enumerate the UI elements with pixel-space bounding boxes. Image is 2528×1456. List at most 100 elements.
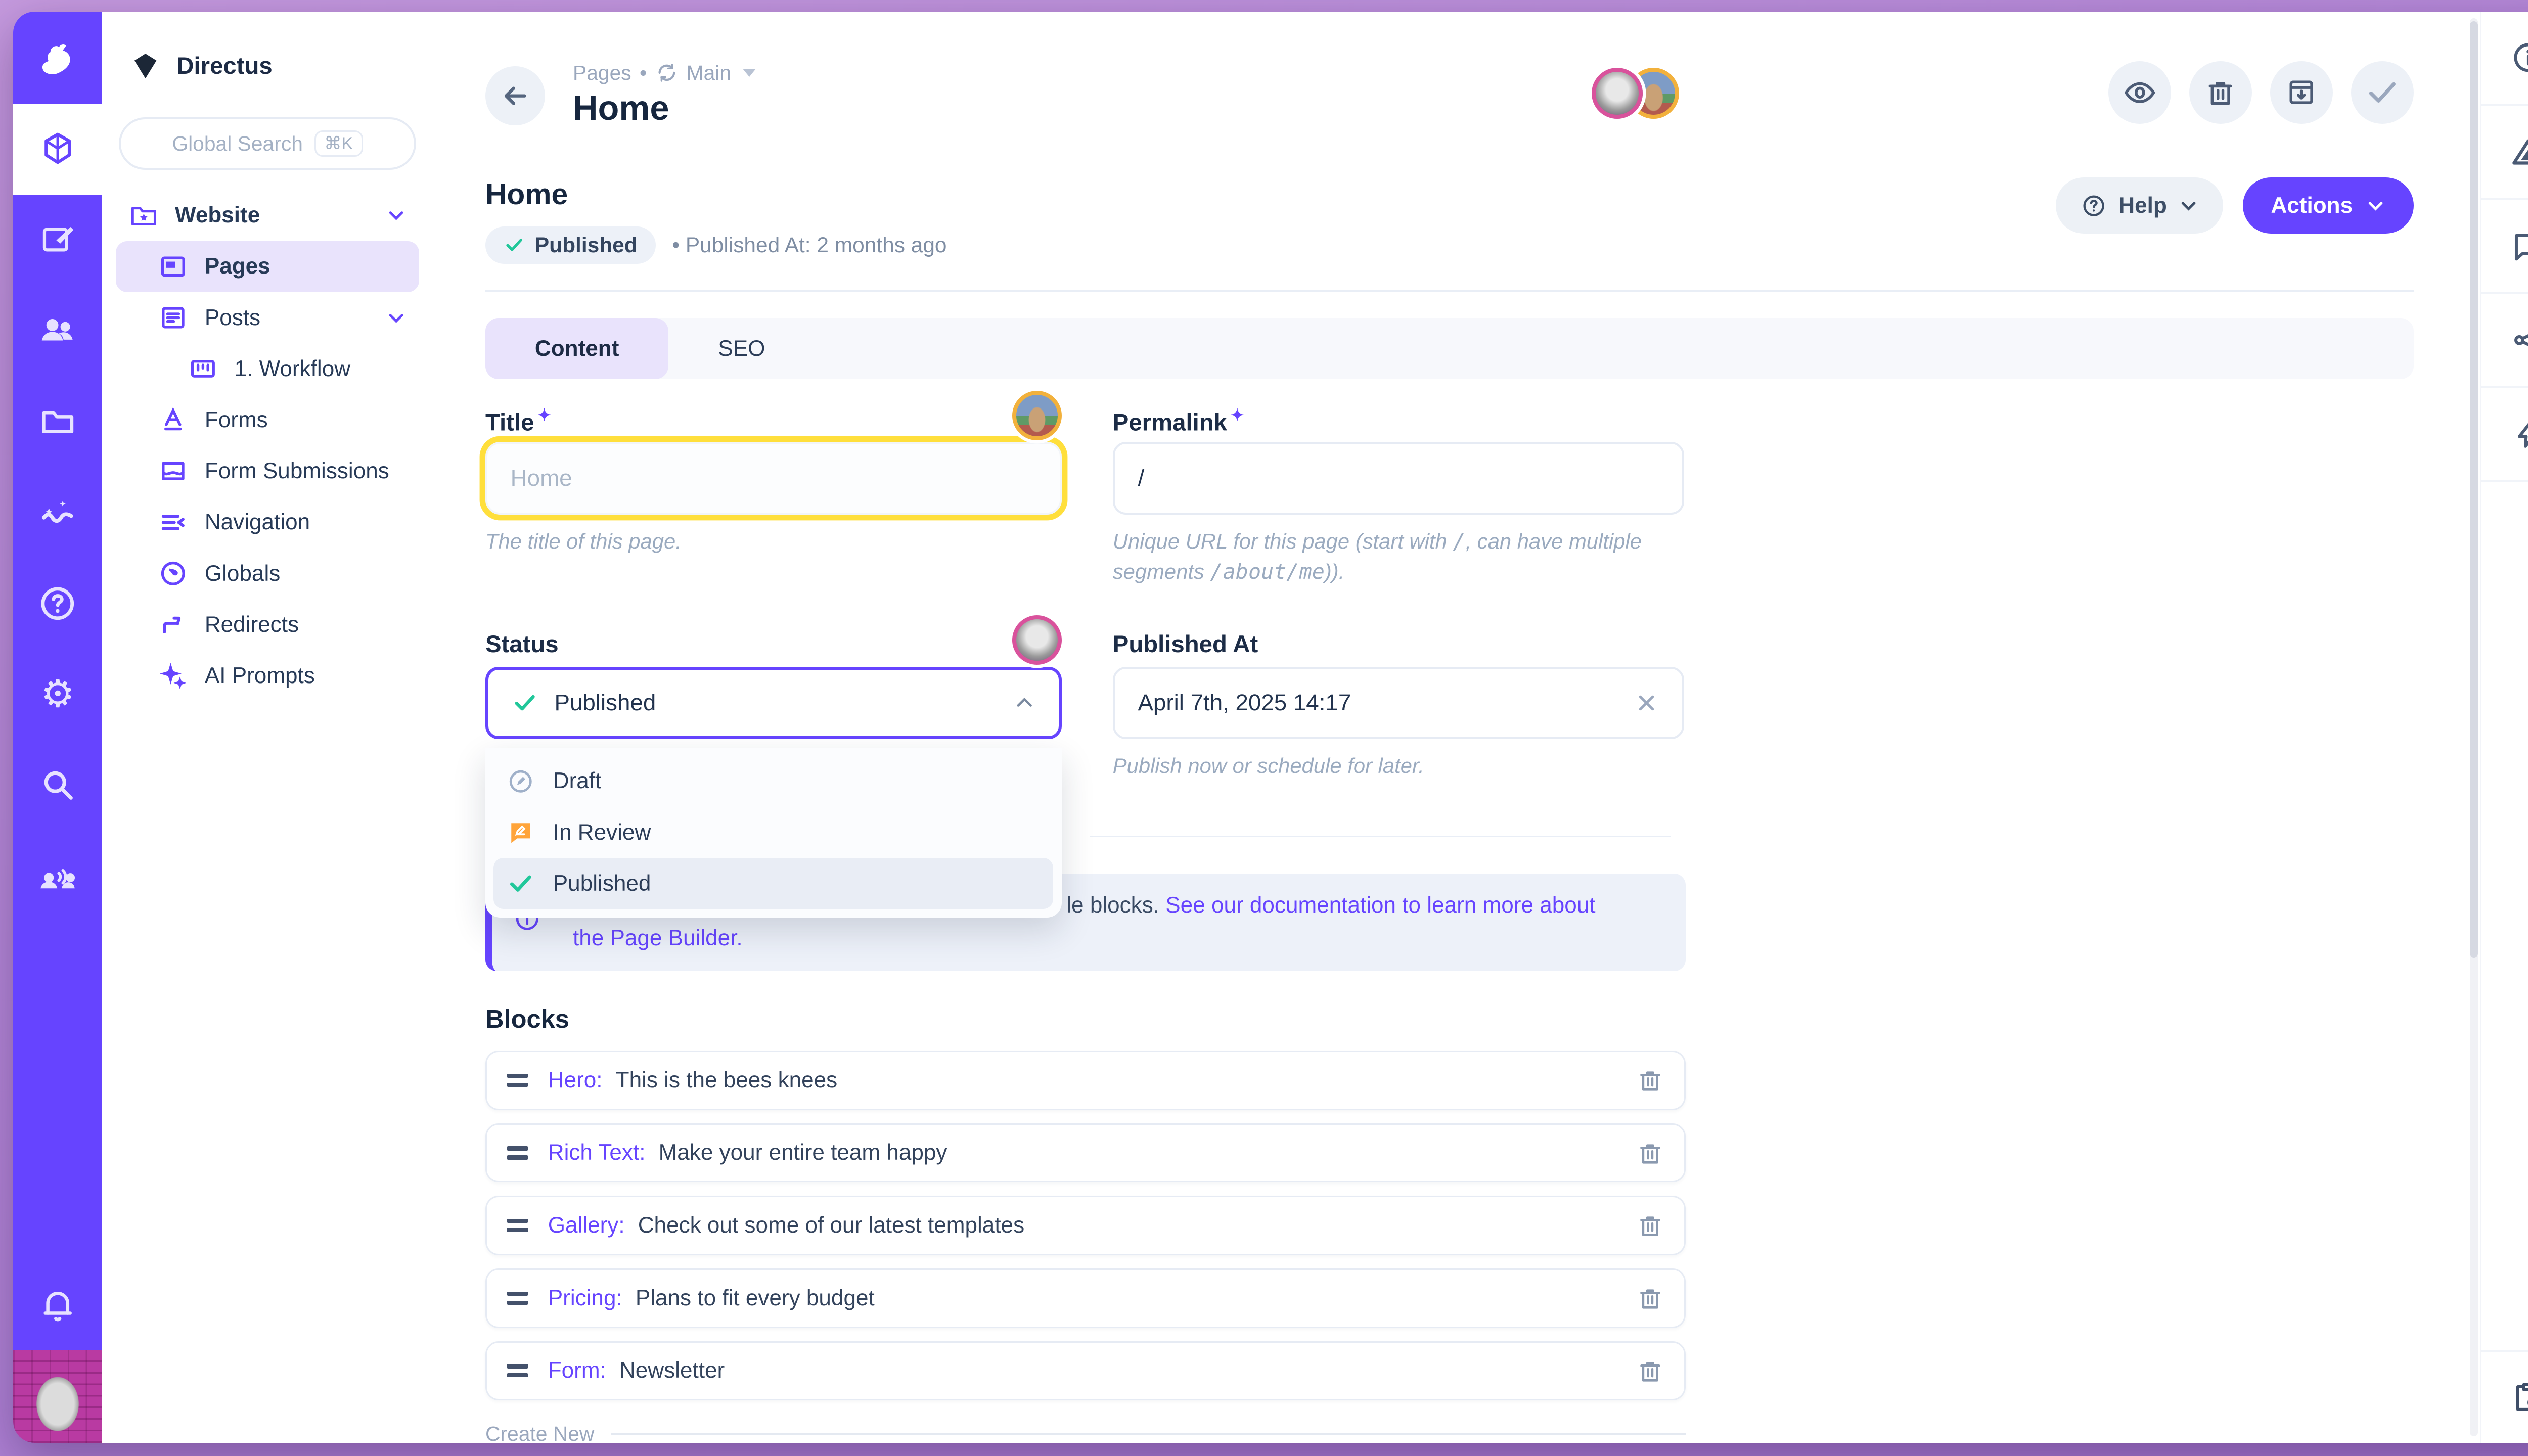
sidebar-item-forms[interactable]: Forms: [116, 394, 420, 445]
block-row-hero[interactable]: Hero: This is the bees knees: [485, 1051, 1686, 1110]
status-option-draft[interactable]: Draft: [493, 756, 1053, 807]
module-insights[interactable]: [13, 467, 102, 558]
module-users[interactable]: [13, 286, 102, 377]
page-toolbar: Pages • Main Home: [485, 61, 2414, 128]
create-new-button[interactable]: Create New: [485, 1422, 1686, 1443]
module-translations[interactable]: [13, 830, 102, 921]
editing-avatar-animal[interactable]: [1012, 391, 1062, 440]
sidebar-item-posts[interactable]: Posts: [116, 292, 420, 343]
chevron-down-icon[interactable]: [386, 205, 406, 225]
sidebar-item-label: Pages: [205, 254, 270, 279]
directus-logo-icon[interactable]: [13, 12, 102, 104]
sidebar-item-label: 1. Workflow: [235, 356, 350, 382]
permalink-input[interactable]: /: [1113, 442, 1684, 515]
trash-icon[interactable]: [1636, 1211, 1664, 1240]
project-switcher[interactable]: Directus: [102, 38, 432, 94]
drag-handle-icon[interactable]: [507, 1219, 528, 1232]
pending-tasks-button[interactable]: [2481, 1350, 2528, 1443]
info-drawer-button[interactable]: [2481, 12, 2528, 106]
share-drawer-button[interactable]: [2481, 294, 2528, 388]
sidebar-item-workflow[interactable]: 1. Workflow: [116, 343, 420, 394]
flows-drawer-button[interactable]: [2481, 388, 2528, 482]
help-button[interactable]: Help: [2056, 177, 2223, 234]
sidebar-item-website[interactable]: Website: [116, 190, 420, 241]
caret-down-icon[interactable]: [743, 69, 756, 77]
documentation-link[interactable]: See our documentation to learn more abou…: [1165, 893, 1595, 918]
sidebar-item-label: Posts: [205, 305, 260, 331]
block-type[interactable]: Rich Text:: [548, 1140, 646, 1165]
archive-button[interactable]: [2270, 61, 2333, 124]
sidebar-item-navigation[interactable]: Navigation: [116, 497, 420, 548]
sidebar-item-ai-prompts[interactable]: AI Prompts: [116, 650, 420, 701]
sparkles-icon: [158, 661, 188, 691]
status-select[interactable]: Published: [485, 667, 1062, 740]
module-search[interactable]: [13, 740, 102, 831]
drag-handle-icon[interactable]: [507, 1292, 528, 1305]
module-files[interactable]: [13, 376, 102, 467]
module-bar: ⚙: [13, 12, 102, 1443]
chevron-up-icon[interactable]: [1014, 692, 1035, 713]
breadcrumb[interactable]: Pages • Main: [573, 61, 756, 85]
search-shortcut-kbd: ⌘K: [314, 130, 363, 157]
block-type[interactable]: Form:: [548, 1358, 606, 1383]
option-label: Draft: [553, 768, 602, 794]
block-row-gallery[interactable]: Gallery: Check out some of our latest te…: [485, 1196, 1686, 1255]
back-button[interactable]: [485, 66, 545, 126]
avatar-user-man[interactable]: [1592, 68, 1643, 119]
module-docs[interactable]: [13, 558, 102, 649]
comments-drawer-button[interactable]: [2481, 200, 2528, 294]
item-title: Home: [485, 177, 947, 211]
presence-avatars: [1592, 68, 1679, 119]
block-row-rich-text[interactable]: Rich Text: Make your entire team happy: [485, 1123, 1686, 1183]
title-input[interactable]: Home: [485, 442, 1062, 515]
sidebar-item-pages[interactable]: Pages: [116, 241, 420, 292]
trash-icon[interactable]: [1636, 1066, 1664, 1095]
preview-button[interactable]: [2108, 61, 2171, 124]
sidebar-item-form-submissions[interactable]: Form Submissions: [116, 446, 420, 497]
drag-handle-icon[interactable]: [507, 1146, 528, 1159]
module-content[interactable]: [13, 104, 102, 195]
block-type[interactable]: Pricing:: [548, 1286, 622, 1311]
blocks-list: Hero: This is the bees knees Rich Text: …: [485, 1051, 1686, 1400]
module-settings[interactable]: ⚙: [13, 649, 102, 740]
global-search-input[interactable]: Global Search ⌘K: [119, 117, 416, 170]
published-at-input[interactable]: April 7th, 2025 14:17: [1113, 667, 1684, 740]
item-header: Home Published • Published At: 2 months …: [485, 177, 2414, 263]
breadcrumb-collection[interactable]: Pages: [573, 61, 631, 85]
sidebar-item-globals[interactable]: Globals: [116, 548, 420, 599]
scrollbar-thumb[interactable]: [2470, 21, 2478, 957]
item-action-buttons: [2108, 61, 2414, 124]
field-status: Status Published Draft: [485, 630, 1062, 782]
breadcrumb-version[interactable]: Main: [687, 61, 731, 85]
required-star: ✦: [537, 405, 551, 424]
tab-content[interactable]: Content: [485, 318, 668, 379]
block-row-form[interactable]: Form: Newsletter: [485, 1341, 1686, 1401]
block-row-pricing[interactable]: Pricing: Plans to fit every budget: [485, 1268, 1686, 1328]
status-option-published[interactable]: Published: [493, 858, 1053, 909]
drag-handle-icon[interactable]: [507, 1074, 528, 1087]
actions-button[interactable]: Actions: [2243, 177, 2414, 234]
blocks-heading: Blocks: [485, 1004, 1686, 1034]
documentation-link[interactable]: the Page Builder.: [573, 926, 743, 950]
chevron-down-icon[interactable]: [386, 308, 406, 328]
tab-seo[interactable]: SEO: [668, 318, 815, 379]
trash-icon[interactable]: [1636, 1357, 1664, 1385]
block-type[interactable]: Hero:: [548, 1068, 603, 1093]
revisions-drawer-button[interactable]: 3: [2481, 106, 2528, 200]
save-button[interactable]: [2351, 61, 2414, 124]
field-label: Published At: [1113, 630, 1684, 667]
drag-handle-icon[interactable]: [507, 1364, 528, 1377]
notifications-bell-icon[interactable]: [13, 1259, 102, 1350]
delete-button[interactable]: [2189, 61, 2252, 124]
sidebar-item-redirects[interactable]: Redirects: [116, 599, 420, 650]
clear-icon[interactable]: [1634, 691, 1659, 715]
field-permalink: Permalink✦ / Unique URL for this page (s…: [1113, 405, 1684, 587]
trash-icon[interactable]: [1636, 1284, 1664, 1312]
block-type[interactable]: Gallery:: [548, 1213, 625, 1238]
module-editor[interactable]: [13, 195, 102, 286]
editing-avatar-man[interactable]: [1012, 615, 1062, 665]
main-content: Pages • Main Home: [432, 12, 2479, 1443]
status-option-in-review[interactable]: In Review: [493, 807, 1053, 858]
current-user-avatar[interactable]: [13, 1350, 102, 1443]
trash-icon[interactable]: [1636, 1139, 1664, 1167]
